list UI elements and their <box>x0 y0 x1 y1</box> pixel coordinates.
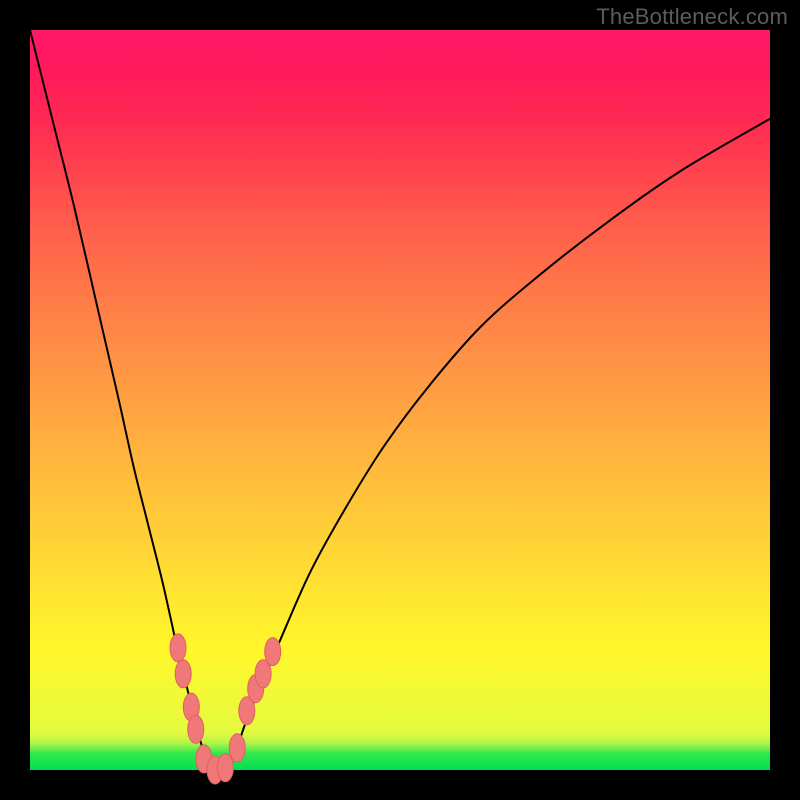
marker-point <box>175 660 191 688</box>
plot-area <box>30 30 770 770</box>
chart-svg <box>30 30 770 770</box>
watermark-text: TheBottleneck.com <box>596 4 788 30</box>
marker-point <box>170 634 186 662</box>
highlight-markers <box>170 634 281 784</box>
chart-frame: TheBottleneck.com <box>0 0 800 800</box>
marker-point <box>229 734 245 762</box>
marker-point <box>217 754 233 782</box>
marker-point <box>265 638 281 666</box>
marker-point <box>188 715 204 743</box>
bottleneck-curve <box>30 30 770 771</box>
